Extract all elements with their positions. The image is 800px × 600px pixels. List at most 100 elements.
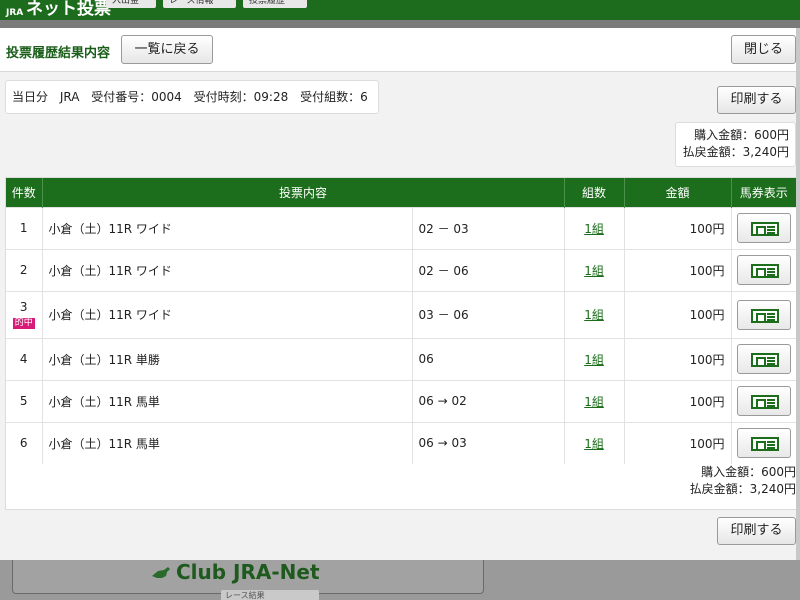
combination-cell: 02 － 03 [412,206,565,249]
ticket-cell [731,421,797,464]
table-row: 3 的中 小倉（土）11R ワイド 03 － 06 1組 100円 [6,290,797,338]
app-header: JRA ネット投票 入出金 レース情報 投票履歴 [0,0,800,20]
row-number-cell: 2 [6,248,43,291]
kumi-cell: 1組 [564,206,625,249]
amount-summary-top: 購入金額：600円 払戻金額：3,240円 [675,122,796,167]
receipt-day: 当日分 [12,90,49,104]
ticket-icon [750,222,779,236]
kumi-link[interactable]: 1組 [584,308,604,322]
row-number: 4 [19,352,28,366]
kumi-cell: 1組 [564,379,625,422]
kumi-link[interactable]: 1組 [584,264,604,278]
ticket-view-button[interactable] [736,213,791,243]
row-number: 5 [19,394,28,408]
row-number-cell: 1 [6,206,43,249]
payout-amount-bottom: 払戻金額：3,240円 [689,482,796,496]
kumi-link[interactable]: 1組 [584,353,604,367]
ticket-icon [750,264,779,278]
race-cell: 小倉（土）11R ワイド [42,248,413,291]
ticket-cell [731,206,797,249]
row-number: 3 [19,300,28,314]
amount-cell: 100円 [624,421,732,464]
kumi-cell: 1組 [564,337,625,380]
amount-cell: 100円 [624,337,732,380]
header-ticket: 馬券表示 [731,178,797,207]
nav-race-info-button[interactable]: レース情報 [163,0,236,8]
amount-cell: 100円 [624,379,732,422]
combination-cell: 06 → 02 [412,379,565,422]
header-content: 投票内容 [42,178,565,207]
back-to-list-button[interactable]: 一覧に戻る [121,35,213,64]
ticket-cell [731,379,797,422]
modal-title: 投票履歴結果内容 [6,46,111,61]
amount-cell: 100円 [624,248,732,291]
receipt-count: 受付組数：6 [300,90,368,104]
combination-cell: 06 [412,337,565,380]
ticket-view-button[interactable] [736,386,791,416]
receipt-time: 受付時刻：09:28 [193,90,289,104]
print-button-bottom[interactable]: 印刷する [717,517,796,545]
ticket-icon [750,353,779,367]
race-cell: 小倉（土）11R ワイド [42,206,413,249]
nav-history-button[interactable]: 投票履歴 [243,0,307,8]
race-cell: 小倉（土）11R 馬単 [42,379,413,422]
receipt-org: JRA [59,90,80,104]
ticket-view-button[interactable] [736,428,791,459]
row-number-cell: 3 的中 [6,290,43,338]
header-kumi: 組数 [564,178,625,207]
row-number-cell: 5 [6,379,43,422]
purchase-amount: 購入金額：600円 [694,128,789,142]
hit-badge: 的中 [12,318,35,329]
amount-cell: 100円 [624,206,732,249]
race-cell: 小倉（土）11R ワイド [42,290,413,338]
kumi-link[interactable]: 1組 [584,222,604,236]
table-row: 1 小倉（土）11R ワイド 02 － 03 1組 100円 [6,206,797,249]
header-amount: 金額 [624,178,732,207]
kumi-cell: 1組 [564,248,625,291]
ticket-icon [750,395,779,409]
modal-header: 投票履歴結果内容 一覧に戻る 閉じる [0,28,800,72]
ticket-icon [750,308,779,323]
combination-cell: 06 → 03 [412,421,565,464]
app-title: ネット投票 [26,0,111,19]
row-number: 6 [19,436,28,451]
table-row: 5 小倉（土）11R 馬単 06 → 02 1組 100円 [6,379,797,422]
row-number: 1 [19,221,28,235]
row-number: 2 [19,263,28,277]
close-button[interactable]: 閉じる [731,35,796,64]
ticket-view-button[interactable] [736,255,791,285]
ticket-cell [731,337,797,380]
ticket-cell [731,248,797,291]
table-row: 4 小倉（土）11R 単勝 06 1組 100円 [6,337,797,380]
jra-logo: JRA [6,8,24,18]
ticket-view-button[interactable] [736,299,791,330]
combination-cell: 02 － 06 [412,248,565,291]
banner-text: Club JRA-Net [176,560,320,584]
scrollbar[interactable] [796,28,800,560]
print-button-top[interactable]: 印刷する [717,86,796,114]
bet-table: 件数 投票内容 組数 金額 馬券表示 1 小倉（土）11R ワイド 02 － 03 1… [6,178,797,464]
kumi-link[interactable]: 1組 [584,395,604,409]
receipt-info: 当日分 JRA 受付番号：0004 受付時刻：09:28 受付組数：6 [5,80,379,114]
header-count: 件数 [6,178,43,207]
ticket-cell [731,290,797,338]
amount-summary-bottom: 購入金額：600円 払戻金額：3,240円 [660,464,796,498]
kumi-cell: 1組 [564,421,625,464]
background-tab[interactable]: レース結果 [221,590,319,600]
kumi-link[interactable]: 1組 [584,437,604,451]
row-number-cell: 4 [6,337,43,380]
table-row: 6 小倉（土）11R 馬単 06 → 03 1組 100円 [6,421,797,464]
receipt-number: 受付番号：0004 [91,90,182,104]
nav-deposit-button[interactable]: 入出金 [106,0,156,8]
ticket-view-button[interactable] [736,344,791,374]
payout-amount: 払戻金額：3,240円 [682,145,789,159]
ticket-icon [750,437,779,452]
overlay-band [0,20,800,28]
amount-cell: 100円 [624,290,732,338]
table-header-row: 件数 投票内容 組数 金額 馬券表示 [6,178,797,207]
history-detail-modal: 投票履歴結果内容 一覧に戻る 閉じる 当日分 JRA 受付番号：0004 受付時… [0,28,800,560]
purchase-amount-bottom: 購入金額：600円 [701,465,796,479]
horse-icon [152,567,170,578]
combination-cell: 03 － 06 [412,290,565,338]
row-number-cell: 6 [6,421,43,464]
